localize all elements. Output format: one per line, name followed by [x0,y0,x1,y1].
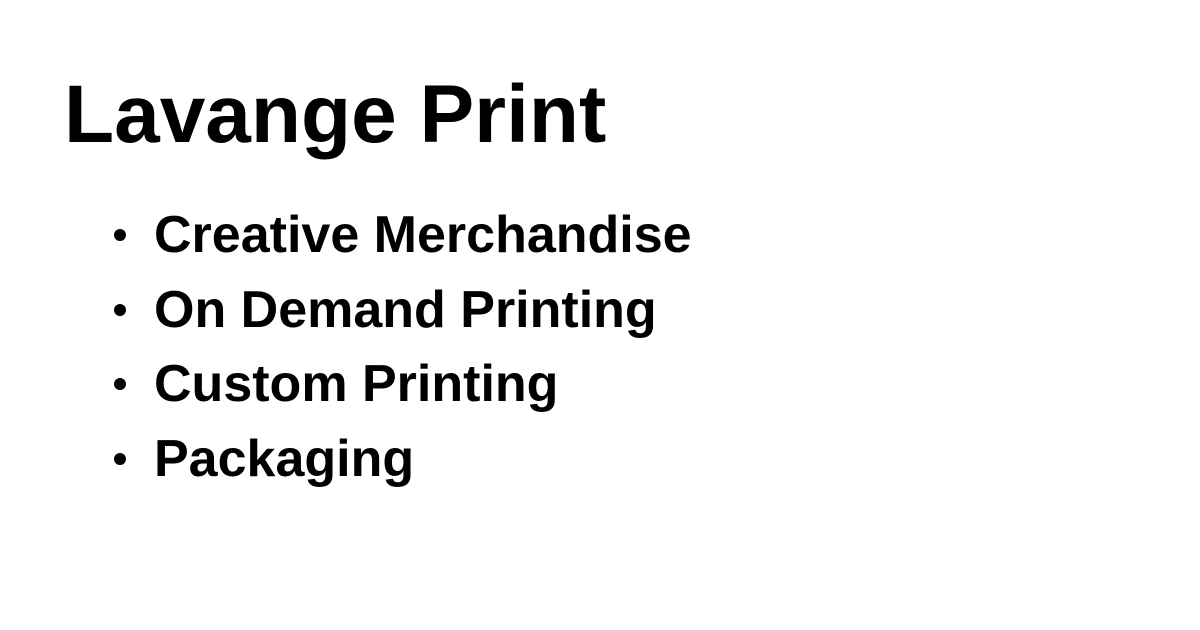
bullet-icon [114,303,126,316]
service-label: Packaging [154,429,415,488]
bullet-icon [114,229,126,242]
list-item: Packaging [110,422,692,497]
page-title: Lavange Print [64,69,607,160]
bullet-icon [114,452,126,465]
service-label: Creative Merchandise [154,206,692,265]
services-list: Creative Merchandise On Demand Printing … [110,198,692,496]
page: Lavange Print Creative Merchandise On De… [0,0,1200,630]
list-item: On Demand Printing [110,273,692,348]
bullet-icon [114,378,126,391]
list-item: Custom Printing [110,347,692,422]
list-item: Creative Merchandise [110,198,692,273]
service-label: On Demand Printing [154,280,657,339]
service-label: Custom Printing [154,355,559,414]
